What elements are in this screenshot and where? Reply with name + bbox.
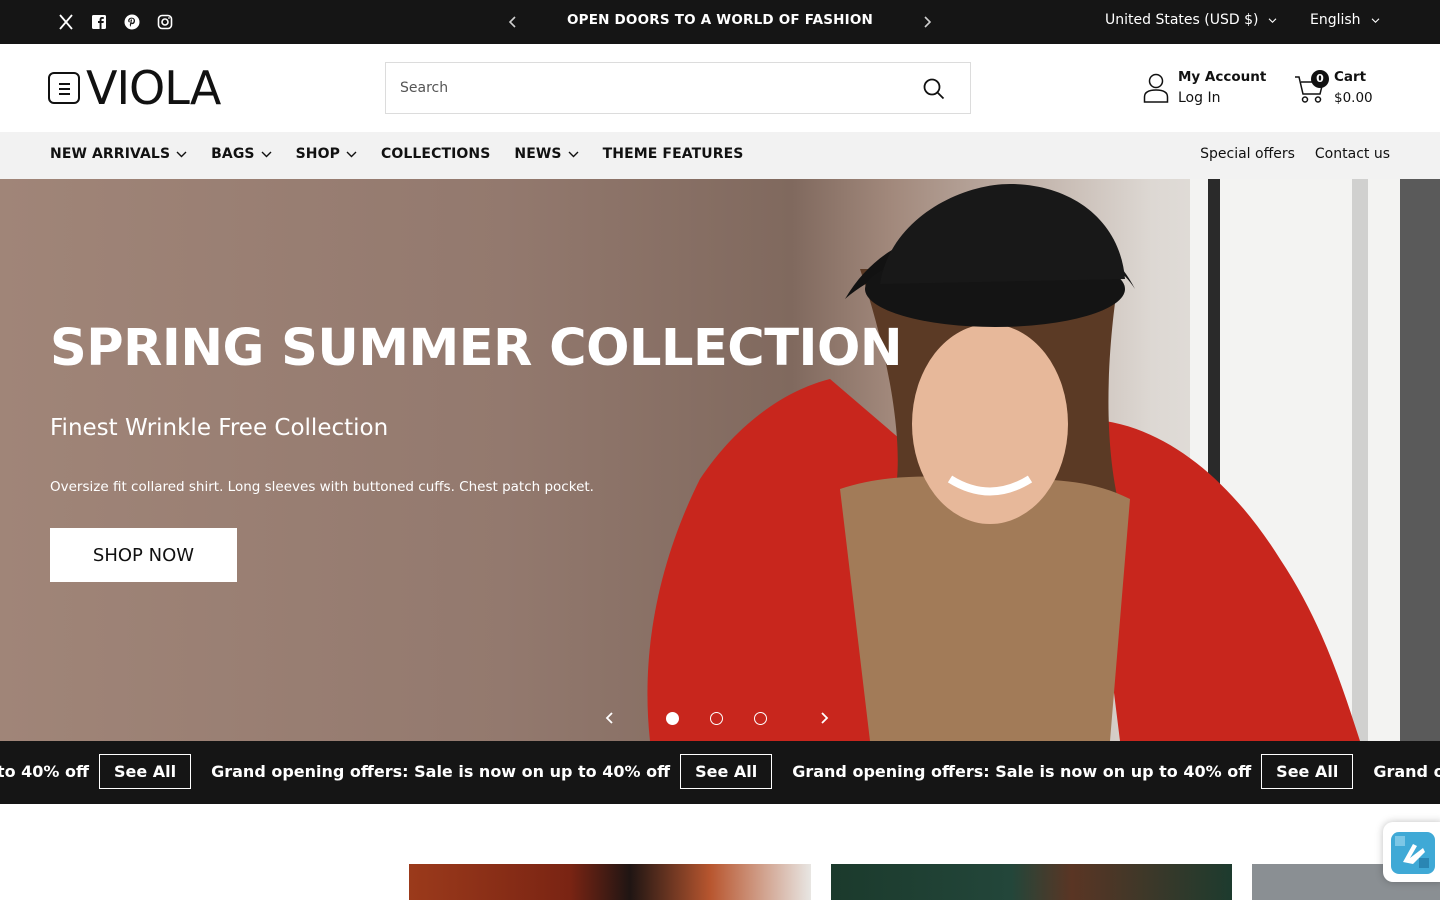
accessibility-widget-button[interactable] <box>1383 822 1440 882</box>
hero-slider: SPRING SUMMER COLLECTION Finest Wrinkle … <box>0 179 1440 741</box>
language-selector[interactable]: English <box>1310 12 1380 28</box>
country-label: United States (USD $) <box>1105 12 1259 28</box>
marquee-item: Grand opening offers: Sale is now on up … <box>792 754 1354 789</box>
announcement-next-button[interactable] <box>917 12 937 32</box>
nav-item-label: NEW ARRIVALS <box>50 146 171 162</box>
announcement-prev-button[interactable] <box>503 12 523 32</box>
nav-item-label: NEWS <box>514 146 562 162</box>
marquee-item: Grand opening offers: Sale is now on up … <box>211 754 773 789</box>
slide-dot-1[interactable] <box>666 712 679 725</box>
nav-item-news[interactable]: NEWS <box>514 146 579 162</box>
slide-next-button[interactable] <box>815 709 833 727</box>
shop-now-button[interactable]: SHOP NOW <box>50 528 237 582</box>
nav-link-special-offers[interactable]: Special offers <box>1200 146 1295 162</box>
nav-item-shop[interactable]: SHOP <box>296 146 357 162</box>
accessibility-hand-icon <box>1391 832 1435 874</box>
slide-dot-2[interactable] <box>710 712 723 725</box>
hero-subtitle: Finest Wrinkle Free Collection <box>50 415 389 441</box>
marquee-text: Grand opening offers: Sale is now on up … <box>1373 762 1440 781</box>
pinterest-icon[interactable] <box>123 13 141 31</box>
see-all-button[interactable]: See All <box>98 754 192 789</box>
nav-item-new-arrivals[interactable]: NEW ARRIVALS <box>50 146 187 162</box>
nav-item-label: THEME FEATURES <box>602 146 744 162</box>
see-all-button[interactable]: See All <box>1261 754 1354 789</box>
logo[interactable]: VIOLA <box>86 61 221 115</box>
hero-title: SPRING SUMMER COLLECTION <box>50 319 903 378</box>
marquee-text: Grand opening offers: Sale is now on up … <box>792 762 1252 781</box>
cart-label: Cart <box>1334 69 1367 85</box>
cart-count-badge: 0 <box>1311 70 1329 88</box>
account-title: My Account <box>1178 69 1267 85</box>
cart-total: $0.00 <box>1334 90 1373 106</box>
announcement-bar: OPEN DOORS TO A WORLD OF FASHION United … <box>0 0 1440 44</box>
marquee-track: Grand opening offers: Sale is now on up … <box>0 754 1440 789</box>
marquee-item: Grand opening offers: Sale is now on up … <box>1373 754 1440 789</box>
language-label: English <box>1310 12 1361 28</box>
facebook-icon[interactable] <box>90 13 108 31</box>
slide-prev-button[interactable] <box>601 709 619 727</box>
promo-marquee: Grand opening offers: Sale is now on up … <box>0 741 1440 804</box>
nav-item-theme-features[interactable]: THEME FEATURES <box>603 146 744 162</box>
search-icon[interactable] <box>922 77 946 101</box>
marquee-item: Grand opening offers: Sale is now on up … <box>0 754 192 789</box>
site-header: VIOLA My Account Log In 0 Cart $0.00 <box>0 44 1440 132</box>
featured-section <box>0 804 1440 900</box>
chevron-down-icon <box>1371 17 1379 23</box>
chevron-down-icon <box>346 151 357 158</box>
main-nav: NEW ARRIVALS BAGS SHOP COLLECTIONS NEWS THEME… <box>0 132 1440 179</box>
instagram-icon[interactable] <box>156 13 174 31</box>
nav-item-label: COLLECTIONS <box>380 146 491 162</box>
country-selector[interactable]: United States (USD $) <box>1105 12 1277 28</box>
x-icon[interactable] <box>57 13 75 31</box>
collection-card-image[interactable] <box>831 864 1232 900</box>
see-all-button[interactable]: See All <box>680 754 773 789</box>
cart-link[interactable]: 0 Cart $0.00 <box>1294 68 1394 108</box>
nav-menu: NEW ARRIVALS BAGS SHOP COLLECTIONS NEWS THEME… <box>50 146 743 162</box>
chevron-down-icon <box>261 151 272 158</box>
chevron-down-icon <box>176 151 187 158</box>
nav-item-label: SHOP <box>295 146 340 162</box>
announcement-text: OPEN DOORS TO A WORLD OF FASHION <box>566 12 874 28</box>
account-link[interactable]: My Account Log In <box>1142 68 1272 108</box>
menu-icon[interactable] <box>48 72 80 104</box>
nav-item-collections[interactable]: COLLECTIONS <box>381 146 490 162</box>
marquee-text: Grand opening offers: Sale is now on up … <box>211 762 671 781</box>
hero-image <box>647 179 1440 741</box>
user-icon <box>1142 72 1170 104</box>
nav-link-contact-us[interactable]: Contact us <box>1315 146 1390 162</box>
collection-card-image[interactable] <box>409 864 811 900</box>
chevron-down-icon <box>1269 17 1277 23</box>
hero-description: Oversize fit collared shirt. Long sleeve… <box>50 479 594 495</box>
search-box <box>385 62 971 114</box>
search-input[interactable] <box>400 75 900 101</box>
nav-item-bags[interactable]: BAGS <box>211 146 272 162</box>
nav-item-label: BAGS <box>211 146 255 162</box>
login-link[interactable]: Log In <box>1178 90 1220 106</box>
marquee-text: Grand opening offers: Sale is now on up … <box>0 762 89 781</box>
social-links <box>57 13 174 31</box>
nav-secondary: Special offers Contact us <box>1200 146 1390 162</box>
slide-dot-3[interactable] <box>754 712 767 725</box>
chevron-down-icon <box>568 151 579 158</box>
